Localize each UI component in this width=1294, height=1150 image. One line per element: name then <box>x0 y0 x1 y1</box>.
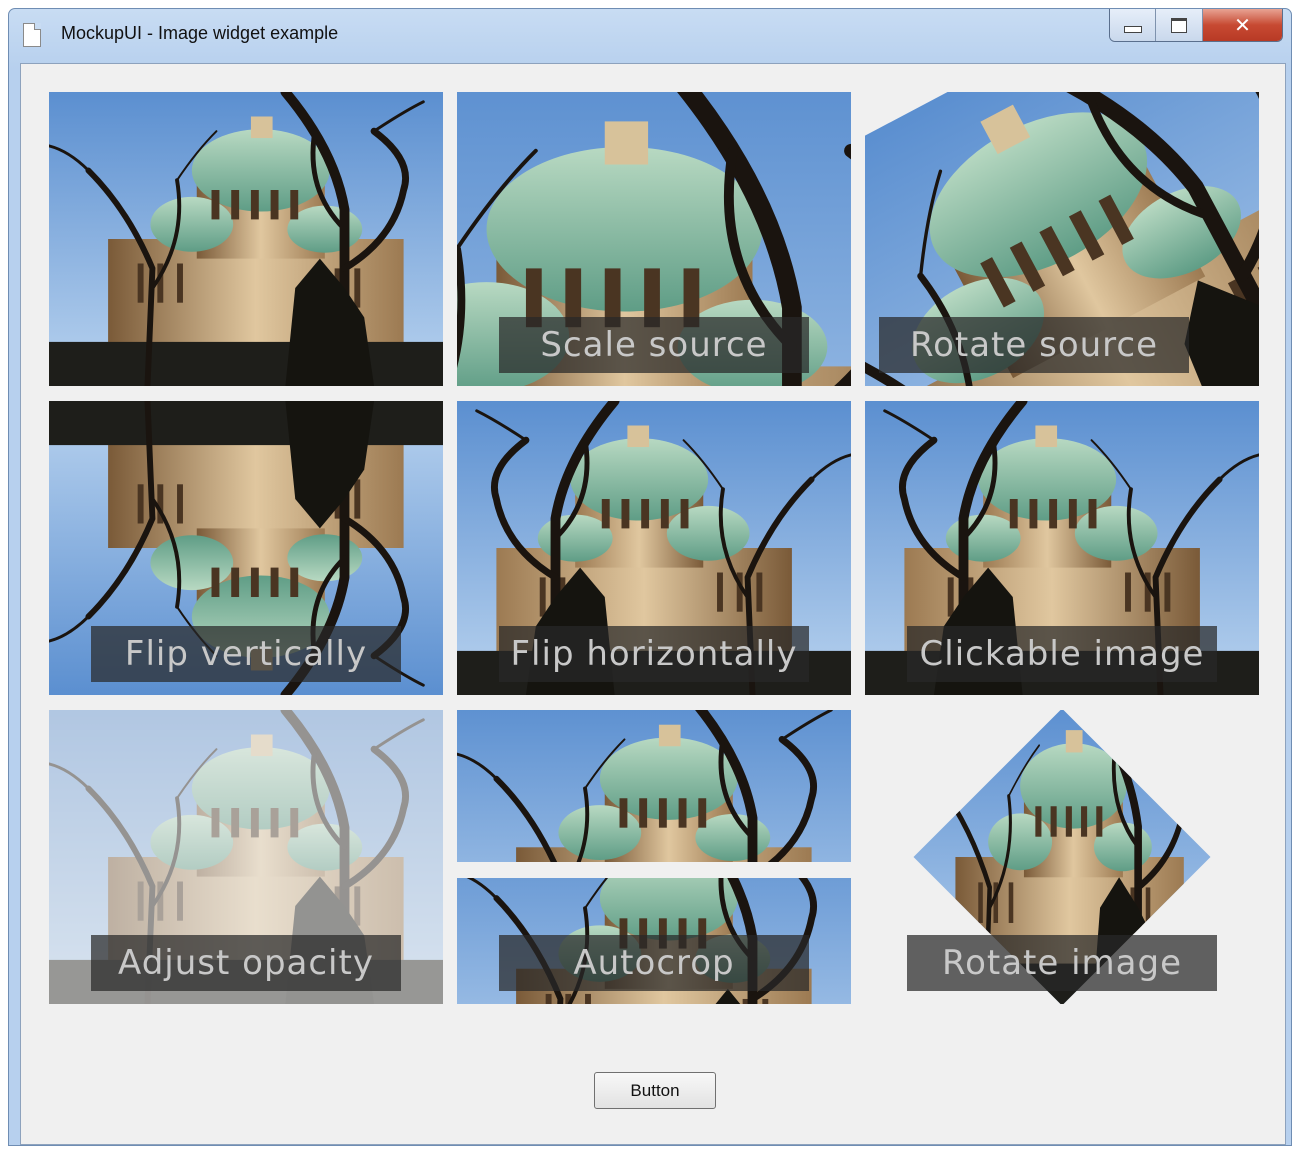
maximize-button[interactable] <box>1156 9 1203 41</box>
photo-basilica <box>49 92 443 386</box>
document-icon <box>23 23 41 47</box>
minimize-icon <box>1123 25 1142 33</box>
image-tile-clickable-image[interactable]: Clickable image <box>865 401 1259 695</box>
title-bar[interactable]: MockupUI - Image widget example ✕ <box>9 9 1291 63</box>
caption-scale-source: Scale source <box>499 317 809 373</box>
caption-clickable-image: Clickable image <box>907 626 1217 682</box>
caption-flip-vertically: Flip vertically <box>91 626 401 682</box>
caption-rotate-image: Rotate image <box>907 935 1217 991</box>
window-title: MockupUI - Image widget example <box>61 23 339 43</box>
caption-rotate-source: Rotate source <box>879 317 1189 373</box>
maximize-icon <box>1171 17 1188 33</box>
minimize-button[interactable] <box>1110 9 1157 41</box>
caption-adjust-opacity: Adjust opacity <box>91 935 401 991</box>
image-tile-original <box>49 92 443 386</box>
image-tile-scale-source: Scale source <box>457 92 851 386</box>
autocrop-top-image <box>457 710 851 862</box>
caption-autocrop: Autocrop <box>499 935 809 991</box>
application-window: MockupUI - Image widget example ✕ Scale … <box>8 8 1292 1146</box>
push-button[interactable]: Button <box>594 1072 716 1109</box>
image-tile-flip-horizontally[interactable]: Flip horizontally <box>457 401 851 695</box>
image-tile-rotate-image: Rotate image <box>865 710 1259 1004</box>
image-tile-autocrop: Autocrop <box>457 710 851 1004</box>
image-tile-rotate-source: Rotate source <box>865 92 1259 386</box>
caption-flip-horizontally: Flip horizontally <box>499 626 809 682</box>
close-button[interactable]: ✕ <box>1202 9 1282 41</box>
client-area: Scale source Rotate source Flip vertical… <box>20 63 1286 1145</box>
image-tile-flip-vertically[interactable]: Flip vertically <box>49 401 443 695</box>
close-icon: ✕ <box>1234 13 1251 37</box>
photo-basilica <box>457 710 851 862</box>
image-tile-adjust-opacity: Adjust opacity <box>49 710 443 1004</box>
window-controls: ✕ <box>1109 9 1283 42</box>
